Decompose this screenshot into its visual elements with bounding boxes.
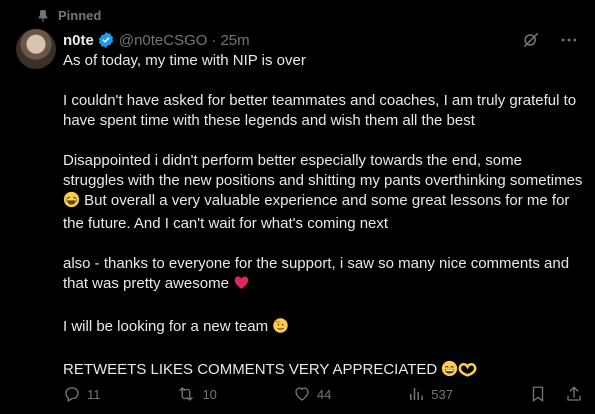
views-count: 537 (431, 386, 453, 402)
separator-dot: · (211, 31, 217, 49)
pinned-label: Pinned (58, 8, 102, 23)
heart-hands-emoji-icon (458, 360, 477, 383)
more-icon[interactable] (559, 30, 579, 50)
avatar[interactable] (16, 29, 56, 69)
action-bar: 11 10 44 537 (63, 382, 583, 406)
saluting-face-emoji-icon (272, 317, 289, 340)
retweet-button[interactable]: 10 (176, 385, 217, 403)
reply-icon (65, 387, 79, 402)
heart-icon (295, 387, 309, 401)
tweet-text: As of today, my time with NIP is over I … (63, 51, 583, 383)
share-icon (567, 386, 581, 401)
reply-button[interactable]: 11 (63, 385, 101, 403)
paragraph-5-text: I will be looking for a new team (63, 318, 269, 335)
retweet-icon (179, 387, 194, 401)
grok-icon[interactable] (521, 30, 541, 50)
tweet-paragraph-5: I will be looking for a new team (63, 317, 583, 340)
laughing-emoji-icon (63, 191, 80, 214)
paragraph-4-text: also - thanks to everyone for the suppor… (63, 255, 570, 292)
like-count: 44 (316, 386, 332, 402)
handle[interactable]: @n0teCSGO (119, 32, 208, 49)
like-button[interactable]: 44 (293, 385, 331, 403)
red-heart-emoji-icon (233, 274, 250, 297)
timestamp[interactable]: 25m (220, 32, 249, 49)
tweet-paragraph-4: also - thanks to everyone for the suppor… (63, 254, 583, 297)
tweet-paragraph-6: RETWEETS LIKES COMMENTS VERY APPRECIATED (63, 360, 583, 383)
verified-badge-icon (97, 31, 115, 49)
paragraph-6-text: RETWEETS LIKES COMMENTS VERY APPRECIATED (63, 361, 438, 378)
tweet-header: n0te @n0teCSGO · 25m (63, 30, 579, 50)
share-button[interactable] (565, 385, 583, 403)
right-actions (529, 385, 583, 403)
retweet-count: 10 (202, 386, 217, 402)
paragraph-3-text-b: But overall a very valuable experience a… (63, 192, 570, 232)
tweet-paragraph-3: Disappointed i didn't perform better esp… (63, 151, 583, 234)
grinning-emoji-icon (441, 360, 458, 383)
header-actions (521, 30, 579, 50)
views-button[interactable]: 537 (407, 385, 453, 403)
views-icon (410, 388, 424, 400)
tweet-line-1: As of today, my time with NIP is over (63, 52, 306, 69)
paragraph-3-text-a: Disappointed i didn't perform better esp… (63, 152, 583, 189)
reply-count: 11 (87, 386, 101, 402)
tweet-paragraph-2: I couldn't have asked for better teammat… (63, 92, 577, 129)
pin-icon (36, 9, 50, 23)
display-name[interactable]: n0te (63, 32, 94, 49)
pinned-indicator: Pinned (36, 8, 101, 23)
bookmark-icon (532, 386, 544, 403)
bookmark-button[interactable] (529, 385, 547, 403)
